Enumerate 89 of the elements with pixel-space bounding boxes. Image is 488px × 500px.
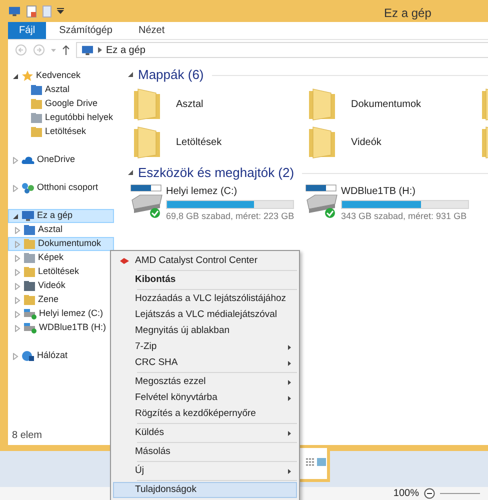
drive-icon: [130, 184, 164, 220]
people-icon: [21, 182, 35, 194]
star-icon: [21, 70, 34, 82]
ribbon-tab[interactable]: Számítógép: [46, 22, 126, 39]
folder-icon: [30, 126, 43, 138]
menu-item[interactable]: CRC SHA: [113, 355, 297, 371]
nav-item[interactable]: Helyi lemez (C:): [8, 307, 114, 321]
menu-item[interactable]: Tulajdonságok: [113, 482, 297, 498]
computer-icon[interactable]: [8, 6, 21, 16]
nav-item[interactable]: Zene: [8, 293, 114, 307]
expanded-arrow-icon[interactable]: [12, 212, 19, 220]
section-heading: Mappák (6): [138, 66, 204, 84]
menu-item[interactable]: Lejátszás a VLC médialejátszóval: [113, 307, 297, 323]
folder-icon: [23, 294, 36, 306]
collapsed-arrow-icon[interactable]: [12, 184, 19, 192]
ribbon-tab[interactable]: Nézet: [126, 22, 178, 39]
expanded-arrow-icon[interactable]: [128, 72, 134, 78]
details-view-icon[interactable]: [306, 458, 315, 466]
page-icon[interactable]: [42, 4, 52, 18]
folder-tile[interactable]: Dokumentumok: [303, 85, 478, 123]
drive-icon: [305, 184, 339, 220]
zoom-level: 100%: [393, 487, 419, 500]
network-icon: [21, 350, 35, 362]
menu-item[interactable]: Rögzítés a kezdőképernyőre: [113, 406, 297, 422]
nav-item[interactable]: Dokumentumok: [8, 237, 114, 251]
zoom-out-icon[interactable]: [424, 488, 435, 499]
up-arrow-icon[interactable]: [62, 45, 70, 55]
folder-icon: [23, 266, 36, 278]
folder-icon: [132, 87, 162, 121]
collapsed-arrow-icon[interactable]: [12, 156, 19, 164]
tiles-view-icon[interactable]: [317, 458, 326, 466]
forward-icon[interactable]: [33, 44, 45, 56]
address-bar[interactable]: Ez a gép: [76, 42, 488, 58]
nav-item[interactable]: Legutóbbi helyek: [8, 111, 116, 125]
ribbon-tab[interactable]: Fájl: [8, 22, 46, 39]
folder-icon: [307, 125, 337, 159]
nav-item[interactable]: Képek: [8, 251, 114, 265]
folder-tile[interactable]: Asztal: [128, 85, 303, 123]
menu-item[interactable]: Küldés: [113, 425, 297, 441]
nav-item[interactable]: OneDrive: [8, 153, 114, 167]
menu-item[interactable]: Másolás: [113, 444, 297, 460]
computer-icon: [81, 44, 94, 56]
nav-item[interactable]: Hálózat: [8, 349, 114, 363]
folder-icon: [132, 125, 162, 159]
dropdown-icon[interactable]: [57, 8, 64, 14]
menu-item[interactable]: Megosztás ezzel: [113, 374, 297, 390]
nav-item[interactable]: WDBlue1TB (H:): [8, 321, 114, 335]
window-title: Ez a gép: [384, 5, 432, 22]
menu-item[interactable]: 7-Zip: [113, 339, 297, 355]
menu-item[interactable]: Kibontás: [113, 272, 297, 288]
nav-item[interactable]: Google Drive: [8, 97, 114, 111]
folder-icon: [23, 252, 36, 264]
drive-icon: [23, 308, 37, 320]
nav-item[interactable]: Otthoni csoport: [8, 181, 114, 195]
menu-item[interactable]: Megnyitás új ablakban: [113, 323, 297, 339]
folder-icon: [23, 238, 36, 250]
expanded-arrow-icon[interactable]: [128, 170, 134, 176]
item-count: 8 elem: [11, 429, 44, 443]
folder-icon: [30, 112, 43, 124]
drive-icon: [23, 322, 37, 334]
folder-tile[interactable]: Letöltések: [128, 123, 303, 161]
folder-icon: [307, 87, 337, 121]
cloud-icon: [21, 155, 35, 165]
menu-item[interactable]: Hozzáadás a VLC lejátszólistájához: [113, 291, 297, 307]
folder-icon: [23, 224, 36, 236]
folder-icon: [23, 280, 36, 292]
nav-item[interactable]: Ez a gép: [8, 209, 114, 223]
chevron-icon: [98, 47, 102, 53]
folder-tile[interactable]: Videók: [303, 123, 478, 161]
drive-tile[interactable]: Helyi lemez (C:) 69,8 GB szabad, méret: 223 GB: [128, 184, 303, 224]
folder-icon: [30, 98, 43, 110]
section-heading: Eszközök és meghajtók (2): [138, 164, 294, 182]
menu-item[interactable]: Felvétel könyvtárba: [113, 390, 297, 406]
nav-item[interactable]: Asztal: [8, 223, 114, 237]
computer-icon: [21, 210, 35, 222]
nav-item[interactable]: Kedvencek: [8, 69, 114, 83]
back-icon[interactable]: [15, 44, 27, 56]
collapsed-arrow-icon[interactable]: [12, 352, 19, 360]
menu-item[interactable]: AMD Catalyst Control Center: [113, 253, 297, 269]
nav-item[interactable]: Asztal: [8, 83, 114, 97]
drive-tile[interactable]: WDBlue1TB (H:) 343 GB szabad, méret: 931 GB: [303, 184, 478, 224]
address-path: Ez a gép: [106, 44, 146, 58]
nav-item[interactable]: Letöltések: [8, 125, 114, 139]
expanded-arrow-icon[interactable]: [12, 72, 19, 80]
nav-item[interactable]: Letöltések: [8, 265, 114, 279]
nav-item[interactable]: Videók: [8, 279, 114, 293]
folder-icon: [30, 84, 43, 96]
document-icon[interactable]: [26, 4, 37, 18]
menu-item[interactable]: Új: [113, 463, 297, 479]
